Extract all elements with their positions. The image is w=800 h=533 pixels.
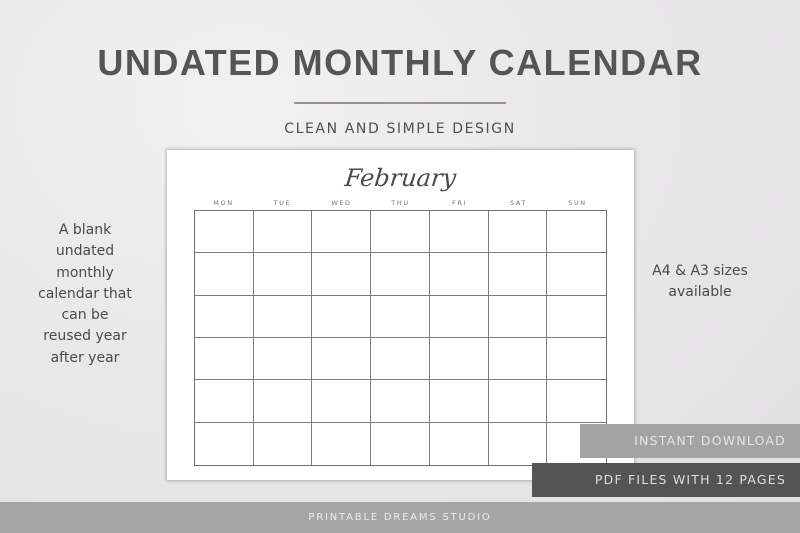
calendar-cell <box>429 295 489 338</box>
weekday-label: SAT <box>510 199 527 207</box>
calendar-cell <box>429 380 489 423</box>
calendar-cell <box>371 380 430 423</box>
calendar-cell <box>253 337 313 381</box>
calendar-cell <box>429 253 489 296</box>
calendar-cell <box>254 422 313 465</box>
calendar-cell <box>547 253 606 296</box>
calendar-cell <box>429 337 489 381</box>
calendar-cell <box>489 422 548 465</box>
description-line: can be <box>61 307 109 324</box>
calendar-page: February MON TUE WED THU FRI SAT SUN <box>167 150 634 480</box>
weekday-header: MON TUE WED THU FRI SAT SUN <box>194 199 607 207</box>
pdf-files-badge: PDF FILES WITH 12 PAGES <box>532 463 800 497</box>
calendar-cell <box>312 337 372 381</box>
description-left: A blank undated monthly calendar that ca… <box>20 220 150 369</box>
weekday-label: SUN <box>568 199 587 207</box>
description-line: A blank <box>58 222 112 238</box>
calendar-cell <box>195 295 254 338</box>
description-line: calendar that <box>38 285 132 302</box>
calendar-cell <box>488 337 548 381</box>
calendar-cell <box>253 253 313 296</box>
calendar-cell <box>253 380 313 423</box>
instant-download-badge: INSTANT DOWNLOAD <box>580 424 800 458</box>
calendar-cell <box>371 337 430 381</box>
calendar-cell <box>371 253 430 296</box>
calendar-cell <box>547 211 606 254</box>
weekday-label: FRI <box>452 199 467 207</box>
calendar-cell <box>312 295 372 338</box>
weekday-label: THU <box>391 199 410 207</box>
calendar-cell <box>371 211 430 254</box>
calendar-cell <box>312 422 372 465</box>
weekday-label: WED <box>331 199 352 207</box>
description-line: undated <box>55 243 115 260</box>
description-line: monthly <box>56 264 114 281</box>
calendar-cell <box>195 211 254 254</box>
description-line: after year <box>50 349 120 366</box>
calendar-grid <box>194 210 607 466</box>
title-divider <box>294 102 506 104</box>
calendar-cell <box>312 380 372 423</box>
calendar-cell <box>488 380 548 423</box>
calendar-cell <box>371 422 430 465</box>
sizes-line: A4 & A3 sizes <box>652 263 748 279</box>
calendar-cell <box>488 295 548 338</box>
calendar-cell <box>547 338 606 381</box>
calendar-cell <box>195 422 254 465</box>
calendar-cell <box>253 211 313 254</box>
calendar-cell <box>253 295 313 338</box>
page-title: UNDATED MONTHLY CALENDAR <box>97 42 703 83</box>
weekday-label: TUE <box>273 199 292 207</box>
month-title: February <box>343 164 458 192</box>
calendar-cell <box>195 253 254 296</box>
calendar-cell <box>429 211 489 254</box>
calendar-cell <box>371 295 430 338</box>
sizes-line: available <box>668 284 732 300</box>
sizes-note: A4 & A3 sizes available <box>630 261 770 303</box>
calendar-cell <box>547 296 606 338</box>
footer-brand: PRINTABLE DREAMS STUDIO <box>0 502 800 533</box>
calendar-cell <box>312 211 372 254</box>
subtitle: CLEAN AND SIMPLE DESIGN <box>284 121 516 137</box>
calendar-cell <box>488 253 548 296</box>
weekday-label: MON <box>213 199 234 207</box>
calendar-cell <box>195 337 254 381</box>
calendar-cell <box>430 422 489 465</box>
description-line: reused year <box>43 328 127 345</box>
calendar-cell <box>195 380 254 423</box>
calendar-cell <box>488 211 548 254</box>
calendar-cell <box>312 253 372 296</box>
calendar-cell <box>547 380 606 423</box>
